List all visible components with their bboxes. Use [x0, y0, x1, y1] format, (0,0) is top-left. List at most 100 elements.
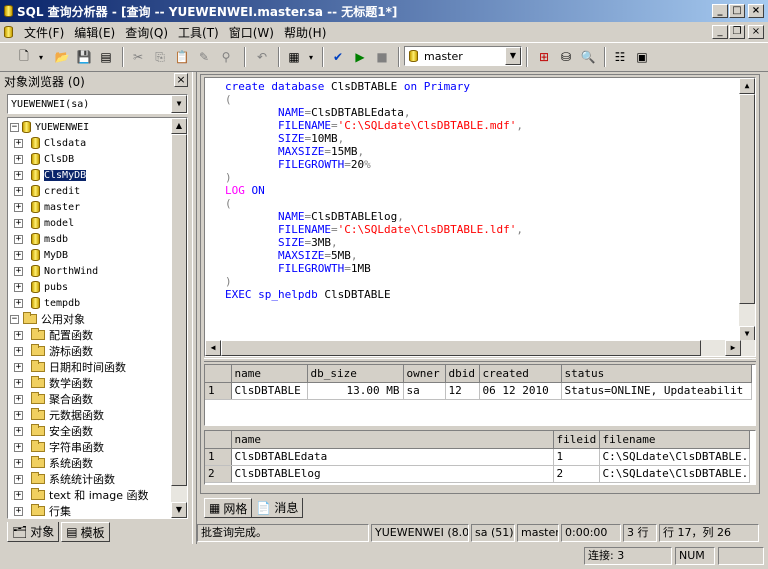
stop-icon[interactable]: ■: [372, 47, 392, 67]
expand-icon[interactable]: +: [14, 250, 23, 260]
expand-icon[interactable]: +: [14, 154, 23, 164]
tree-scrollbar[interactable]: ▲ ▼: [171, 118, 187, 518]
expand-icon[interactable]: +: [14, 394, 23, 404]
tree-function-folder[interactable]: + 字符串函数: [14, 439, 104, 455]
expand-icon[interactable]: +: [14, 186, 23, 196]
show-results-pane-icon[interactable]: ▣: [632, 47, 652, 67]
expand-icon[interactable]: +: [14, 410, 23, 420]
execute-icon[interactable]: ▶: [350, 47, 370, 67]
table-cell[interactable]: 13.00 MB: [307, 382, 404, 400]
menu-tools[interactable]: 工具(T): [173, 24, 224, 41]
tree-database-clsdata[interactable]: + Clsdata: [14, 135, 86, 151]
cut-icon[interactable]: ✂: [128, 47, 148, 67]
expand-icon[interactable]: +: [14, 330, 23, 340]
scroll-up-icon[interactable]: ▲: [171, 118, 187, 134]
row-number[interactable]: 2: [205, 465, 232, 483]
object-browser-icon[interactable]: ⛁: [556, 47, 576, 67]
menu-help[interactable]: 帮助(H): [279, 24, 331, 41]
collapse-icon[interactable]: −: [10, 122, 19, 132]
tree-database-msdb[interactable]: + msdb: [14, 231, 68, 247]
expand-icon[interactable]: +: [14, 506, 23, 516]
table-cell[interactable]: Status=ONLINE, Updateabilit: [561, 382, 752, 400]
close-icon[interactable]: ×: [174, 73, 188, 87]
tree-function-folder[interactable]: + 元数据函数: [14, 407, 104, 423]
expand-icon[interactable]: +: [14, 234, 23, 244]
table-cell[interactable]: 2: [553, 465, 600, 483]
column-header[interactable]: fileid: [553, 431, 600, 449]
chevron-down-icon[interactable]: ▼: [505, 47, 521, 65]
object-tree[interactable]: − YUEWENWEI ▲ ▼ + Clsdata + ClsDB + ClsMyDB + c…: [7, 117, 188, 519]
editor-scrollbar[interactable]: ▲ ▼: [739, 78, 755, 342]
new-dropdown-icon[interactable]: ▾: [36, 47, 46, 67]
results-grid-1[interactable]: name db_size owner dbid created status 1 ClsDBT…: [204, 364, 756, 426]
expand-icon[interactable]: +: [14, 202, 23, 212]
column-header[interactable]: name: [231, 365, 308, 383]
tree-function-folder[interactable]: + 游标函数: [14, 343, 93, 359]
tree-function-folder[interactable]: + 数学函数: [14, 375, 93, 391]
expand-icon[interactable]: +: [14, 442, 23, 452]
scroll-left-icon[interactable]: ◀: [205, 340, 221, 356]
table-cell[interactable]: ClsDBTABLE: [231, 382, 308, 400]
tree-function-folder[interactable]: + 行集: [14, 503, 71, 518]
tree-database-model[interactable]: + model: [14, 215, 74, 231]
expand-icon[interactable]: +: [14, 362, 23, 372]
expand-icon[interactable]: +: [14, 282, 23, 292]
tree-function-folder[interactable]: + 配置函数: [14, 327, 93, 343]
execution-plan-icon[interactable]: ⊞: [534, 47, 554, 67]
menu-edit[interactable]: 编辑(E): [69, 24, 120, 41]
pane-splitter[interactable]: [192, 72, 197, 544]
current-connection-properties-icon[interactable]: ☷: [610, 47, 630, 67]
scroll-right-icon[interactable]: ▶: [725, 340, 741, 356]
find-icon[interactable]: ⚲: [216, 47, 236, 67]
server-combo[interactable]: YUEWENWEI(sa) ▼: [7, 94, 188, 114]
table-cell[interactable]: C:\SQLdate\ClsDBTABLE.: [599, 465, 750, 483]
tab-grid[interactable]: ▦ 网格: [204, 498, 253, 518]
database-select[interactable]: master ▼: [404, 46, 522, 66]
table-cell[interactable]: ClsDBTABLEdata: [231, 448, 554, 466]
expand-icon[interactable]: +: [14, 378, 23, 388]
tree-function-folder[interactable]: + 系统统计函数: [14, 471, 115, 487]
results-dropdown-icon[interactable]: ▾: [306, 47, 316, 67]
new-query-icon[interactable]: 🗋: [14, 47, 34, 67]
scroll-down-icon[interactable]: ▼: [171, 502, 187, 518]
table-cell[interactable]: 1: [553, 448, 600, 466]
results-splitter[interactable]: [204, 358, 756, 362]
tab-messages[interactable]: 📄 消息: [252, 498, 304, 518]
expand-icon[interactable]: +: [14, 266, 23, 276]
table-row[interactable]: 1 ClsDBTABLE 13.00 MB sa 12 06 12 2010 Status=…: [205, 382, 752, 400]
undo-icon[interactable]: ↶: [252, 47, 272, 67]
scroll-thumb[interactable]: [171, 134, 187, 486]
tab-templates[interactable]: ▤ 模板: [61, 522, 110, 542]
tree-function-folder[interactable]: + 系统函数: [14, 455, 93, 471]
parse-query-icon[interactable]: ✔: [328, 47, 348, 67]
row-number[interactable]: 1: [205, 382, 232, 400]
tree-function-folder[interactable]: + 安全函数: [14, 423, 93, 439]
expand-icon[interactable]: +: [14, 138, 23, 148]
expand-icon[interactable]: +: [14, 218, 23, 228]
query-editor[interactable]: ▲ ▼ ◀ ▶ create database ClsDBTABLE on Pr…: [204, 77, 756, 357]
tree-database-northwind[interactable]: + NorthWind: [14, 263, 98, 279]
object-search-icon[interactable]: 🔍: [578, 47, 598, 67]
save-icon[interactable]: 💾: [74, 47, 94, 67]
paste-icon[interactable]: 📋: [172, 47, 192, 67]
expand-icon[interactable]: +: [14, 458, 23, 468]
results-grid-2[interactable]: name fileid filename 1 ClsDBTABLEdata 1 C:\SQL…: [204, 430, 756, 485]
expand-icon[interactable]: +: [14, 426, 23, 436]
column-header[interactable]: filename: [599, 431, 750, 449]
results-mode-icon[interactable]: ▦: [284, 47, 304, 67]
tree-database-pubs[interactable]: + pubs: [14, 279, 68, 295]
tree-function-folder[interactable]: + 聚合函数: [14, 391, 93, 407]
tab-objects[interactable]: 🗂 对象: [7, 522, 60, 542]
scroll-thumb[interactable]: [739, 94, 755, 304]
doc-close-button[interactable]: ×: [748, 25, 764, 39]
column-header[interactable]: created: [479, 365, 562, 383]
row-number[interactable]: 1: [205, 448, 232, 466]
tree-function-folder[interactable]: + text 和 image 函数: [14, 487, 148, 503]
scroll-thumb[interactable]: [221, 340, 701, 356]
doc-restore-button[interactable]: ❐: [729, 25, 745, 39]
table-cell[interactable]: C:\SQLdate\ClsDBTABLE.: [599, 448, 750, 466]
maximize-button[interactable]: □: [729, 4, 745, 18]
expand-icon[interactable]: +: [14, 474, 23, 484]
table-cell[interactable]: ClsDBTABLElog: [231, 465, 554, 483]
tree-server-node[interactable]: − YUEWENWEI: [10, 119, 89, 135]
